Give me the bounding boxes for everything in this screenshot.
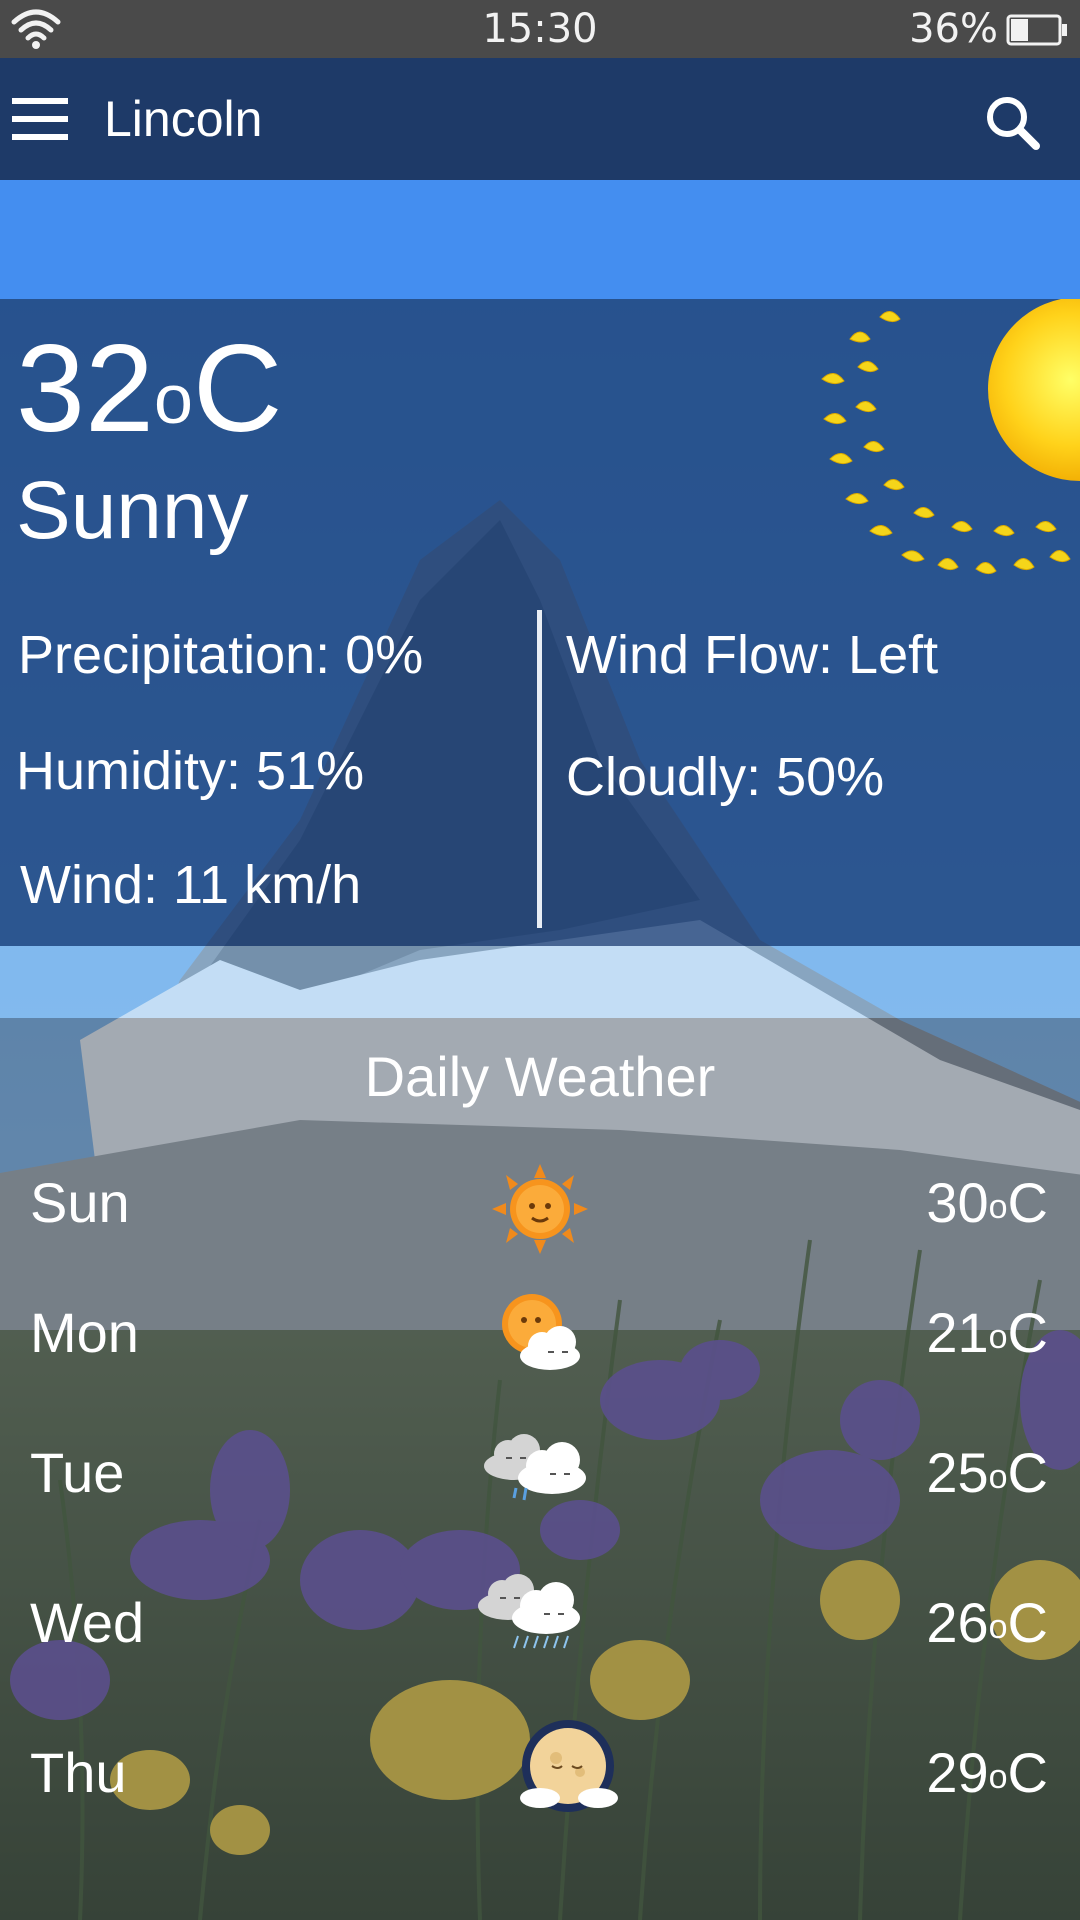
day-temperature: 26oC: [926, 1590, 1048, 1656]
day-temperature-value: 26: [926, 1591, 989, 1654]
day-temperature-value: 21: [926, 1301, 989, 1364]
separator-strip: [0, 946, 1080, 1018]
daily-row-mon[interactable]: Mon 21oC: [0, 1278, 1080, 1398]
current-temperature: 32oC: [16, 319, 282, 459]
daily-weather-title: Daily Weather: [364, 1045, 716, 1108]
degree-symbol: o: [153, 360, 193, 438]
day-name: Wed: [30, 1591, 145, 1654]
partly-cloudy-icon: [502, 1294, 580, 1370]
current-condition: Sunny: [16, 465, 249, 556]
day-temperature-unit: C: [1007, 1301, 1048, 1364]
day-name: Sun: [30, 1171, 130, 1234]
day-temperature: 30oC: [926, 1170, 1048, 1236]
degree-symbol: o: [988, 1458, 1008, 1496]
day-temperature: 25oC: [926, 1440, 1048, 1506]
current-conditions-panel: 32oC Sunny Precipitation: 0% Humidity: 5…: [0, 299, 1080, 946]
humidity-label: Humidity: 51%: [16, 741, 365, 801]
current-temperature-unit: C: [192, 320, 283, 458]
ad-banner[interactable]: [0, 180, 1080, 299]
status-bar: 15:30 36%: [0, 0, 1080, 58]
current-temperature-value: 32: [16, 320, 154, 458]
moon-cloudy-icon: [520, 1720, 618, 1812]
day-temperature-unit: C: [1007, 1591, 1048, 1654]
battery-percent: 36%: [909, 6, 998, 52]
cloudy-label: Cloudly: 50%: [566, 747, 885, 807]
degree-symbol: o: [988, 1608, 1008, 1646]
day-temperature: 21oC: [926, 1300, 1048, 1366]
degree-symbol: o: [988, 1758, 1008, 1796]
degree-symbol: o: [988, 1318, 1008, 1356]
day-temperature-unit: C: [1007, 1441, 1048, 1504]
day-temperature-unit: C: [1007, 1171, 1048, 1234]
rain-clouds-icon: [484, 1434, 586, 1501]
degree-symbol: o: [988, 1188, 1008, 1226]
city-title: Lincoln: [104, 91, 263, 147]
day-temperature: 29oC: [926, 1740, 1048, 1806]
day-temperature-unit: C: [1007, 1741, 1048, 1804]
day-name: Tue: [30, 1441, 125, 1504]
rain-clouds-icon: [478, 1574, 580, 1649]
day-temperature-value: 25: [926, 1441, 989, 1504]
details-divider: [537, 610, 542, 928]
day-name: Mon: [30, 1301, 139, 1364]
day-name: Thu: [30, 1741, 127, 1804]
day-temperature-value: 29: [926, 1741, 989, 1804]
search-icon[interactable]: [984, 94, 1040, 150]
precipitation-label: Precipitation: 0%: [18, 625, 424, 685]
daily-row-tue[interactable]: Tue 25oC: [0, 1418, 1080, 1538]
wind-flow-label: Wind Flow: Left: [566, 625, 939, 685]
daily-row-wed[interactable]: Wed 26oC: [0, 1568, 1080, 1688]
daily-row-thu[interactable]: Thu 29oC: [0, 1718, 1080, 1838]
menu-icon[interactable]: [12, 96, 70, 142]
daily-weather-panel: Daily Weather Sun 30oC Mon 21oC Tue 25oC…: [0, 1018, 1080, 1920]
wind-label: Wind: 11 km/h: [20, 855, 362, 915]
app-bar: Lincoln: [0, 58, 1080, 180]
battery-icon: [1006, 14, 1067, 46]
daily-row-sun[interactable]: Sun 30oC: [0, 1148, 1080, 1268]
sun-icon: [821, 299, 1080, 575]
sunny-icon: [492, 1164, 588, 1254]
day-temperature-value: 30: [926, 1171, 989, 1234]
